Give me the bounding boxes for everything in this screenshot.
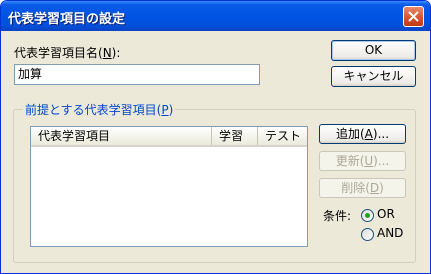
- close-icon: [408, 11, 419, 22]
- cancel-button[interactable]: キャンセル: [331, 66, 416, 87]
- add-button[interactable]: 追加(A)...: [319, 124, 406, 144]
- prerequisite-list[interactable]: 代表学習項目 学習 テスト: [30, 126, 308, 247]
- prerequisite-group-title: 前提とする代表学習項目(P): [23, 101, 176, 118]
- ok-button[interactable]: OK: [331, 40, 416, 61]
- column-header-item[interactable]: 代表学習項目: [31, 127, 212, 145]
- title-bar[interactable]: 代表学習項目の設定: [1, 1, 430, 31]
- update-button[interactable]: 更新(U)...: [319, 151, 406, 171]
- column-header-test[interactable]: テスト: [258, 127, 307, 145]
- or-radio-label[interactable]: OR: [377, 207, 395, 221]
- delete-button[interactable]: 削除(D): [319, 178, 406, 198]
- list-header: 代表学習項目 学習 テスト: [31, 127, 307, 147]
- close-button[interactable]: [403, 6, 424, 27]
- or-radio[interactable]: [361, 209, 374, 222]
- window-title: 代表学習項目の設定: [8, 12, 126, 27]
- and-radio[interactable]: [361, 228, 374, 241]
- name-field-label: 代表学習項目名(N):: [14, 46, 121, 60]
- radio-selected-dot: [365, 213, 370, 218]
- name-input[interactable]: 加算: [14, 64, 260, 85]
- condition-label: 条件:: [323, 209, 352, 223]
- column-header-study[interactable]: 学習: [212, 127, 258, 145]
- and-radio-label[interactable]: AND: [377, 226, 403, 240]
- dialog-window: 代表学習項目の設定 代表学習項目名(N): 加算 OK キャンセル 前提とする代…: [0, 0, 431, 274]
